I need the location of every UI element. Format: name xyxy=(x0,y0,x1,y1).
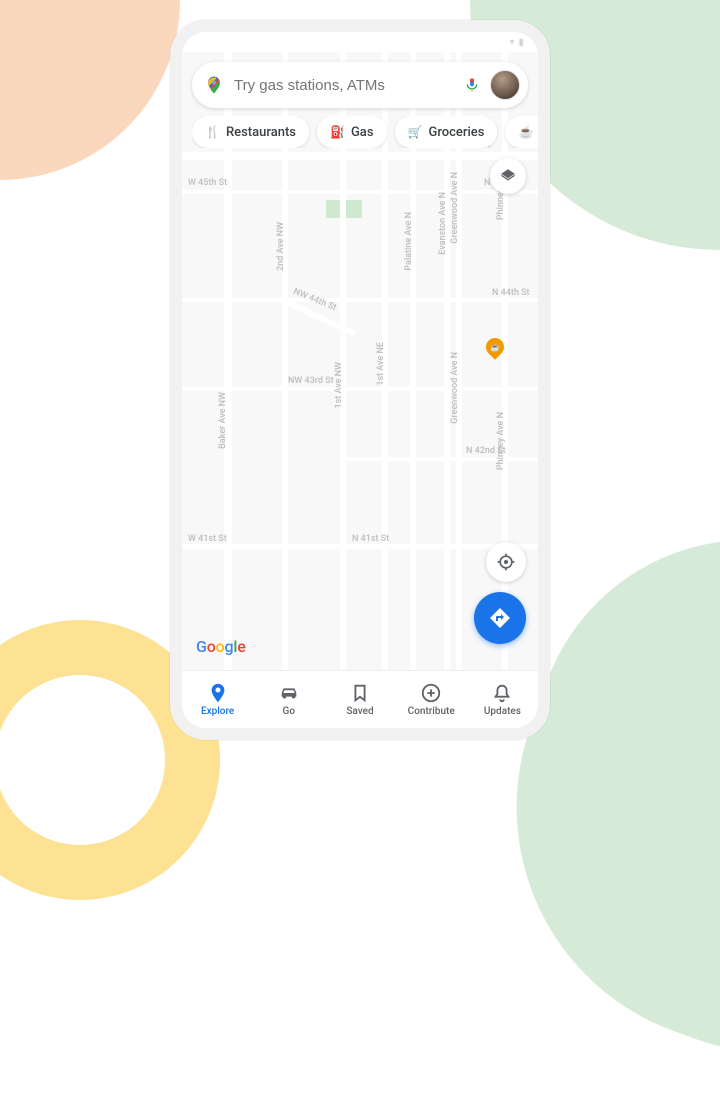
road-46th xyxy=(182,152,538,160)
chip-label: Restaurants xyxy=(226,125,296,140)
explore-pin-icon xyxy=(207,682,229,704)
layers-button[interactable] xyxy=(490,158,526,194)
layers-icon xyxy=(499,167,517,185)
nav-label: Contribute xyxy=(408,706,455,717)
chip-label: Groceries xyxy=(428,125,484,140)
nav-contribute[interactable]: Contribute xyxy=(396,671,467,728)
label-phinney2: Phinney Ave N xyxy=(496,412,506,470)
label-evanston: Evanston Ave N xyxy=(438,192,448,255)
label-greenwood2: Greenwood Ave N xyxy=(450,352,460,424)
road-45th xyxy=(182,190,538,194)
label-w41: W 41st St xyxy=(188,534,227,544)
search-input[interactable] xyxy=(234,77,454,94)
bg-blob-yellow-cut xyxy=(0,675,165,845)
phone-frame: ▾ ▮ N 46th St xyxy=(170,20,550,740)
maps-logo-icon xyxy=(204,75,224,95)
road-43rd xyxy=(182,387,538,391)
road-baker xyxy=(224,52,232,728)
bookmark-icon xyxy=(349,682,371,704)
directions-icon xyxy=(488,606,512,630)
go-car-icon xyxy=(278,682,300,704)
label-w45: W 45th St xyxy=(188,178,227,188)
bell-icon xyxy=(491,682,513,704)
label-baker: Baker Ave NW xyxy=(218,392,228,449)
road-palatine xyxy=(410,52,416,728)
bg-blob-peach xyxy=(0,0,180,180)
locate-button[interactable] xyxy=(486,542,526,582)
nav-label: Saved xyxy=(346,706,373,717)
nav-label: Explore xyxy=(201,706,234,717)
mic-icon[interactable] xyxy=(464,74,480,96)
label-1st-nw: 1st Ave NW xyxy=(334,362,344,409)
app-screen: N 46th St W 45th St N 45th St NW 44th St… xyxy=(182,52,538,728)
nav-go[interactable]: Go xyxy=(253,671,324,728)
directions-button[interactable] xyxy=(474,592,526,644)
label-greenwood: Greenwood Ave N xyxy=(450,172,460,244)
label-n44: N 44th St xyxy=(492,288,530,298)
label-n41: N 41st St xyxy=(352,534,389,544)
label-2nd-nw: 2nd Ave NW xyxy=(276,222,286,271)
road-2nd-nw xyxy=(282,52,288,728)
coffee-icon: ☕ xyxy=(518,125,533,139)
search-bar[interactable] xyxy=(192,62,528,108)
chip-groceries[interactable]: 🛒 Groceries xyxy=(395,116,498,148)
plus-circle-icon xyxy=(420,682,442,704)
label-1st-ne: 1st Ave NE xyxy=(376,342,386,386)
road-1st-ne xyxy=(382,52,388,728)
chip-coffee[interactable]: ☕ Cof xyxy=(505,116,538,148)
bottom-nav: Explore Go Saved Contribute Updates xyxy=(182,670,538,728)
wifi-icon: ▾ xyxy=(509,37,514,48)
nav-explore[interactable]: Explore xyxy=(182,671,253,728)
nav-label: Go xyxy=(283,706,296,717)
nav-updates[interactable]: Updates xyxy=(467,671,538,728)
google-watermark: Google xyxy=(196,637,246,656)
nav-label: Updates xyxy=(484,706,521,717)
crosshair-icon xyxy=(496,552,516,572)
chip-label: Gas xyxy=(351,125,374,140)
chip-restaurants[interactable]: 🍴 Restaurants xyxy=(192,116,309,148)
gas-icon: ⛽ xyxy=(330,125,345,139)
chip-gas[interactable]: ⛽ Gas xyxy=(317,116,387,148)
category-chips: 🍴 Restaurants ⛽ Gas 🛒 Groceries ☕ Cof xyxy=(192,116,538,148)
statusbar: ▾ ▮ xyxy=(182,32,538,52)
restaurant-icon: 🍴 xyxy=(205,125,220,139)
road-42nd xyxy=(342,457,538,461)
label-nw43: NW 43rd St xyxy=(288,376,334,386)
battery-icon: ▮ xyxy=(518,37,524,48)
nav-saved[interactable]: Saved xyxy=(324,671,395,728)
road-41st xyxy=(182,544,538,549)
account-avatar[interactable] xyxy=(490,70,520,100)
label-palatine: Palatine Ave N xyxy=(404,212,414,271)
grocery-icon: 🛒 xyxy=(408,125,423,139)
